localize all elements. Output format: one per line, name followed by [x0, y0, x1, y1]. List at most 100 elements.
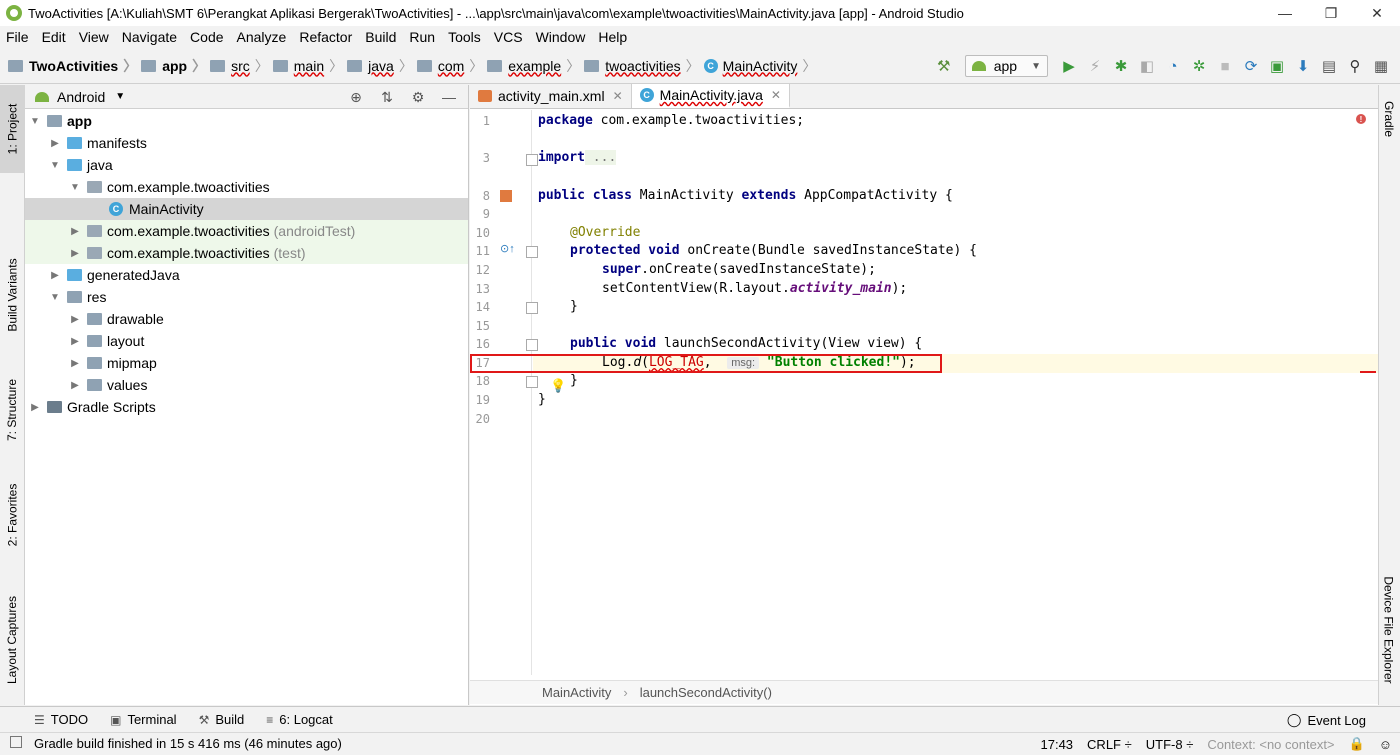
menu-window[interactable]: Window [536, 29, 586, 45]
layout-icon[interactable]: ▦ [1368, 53, 1394, 79]
expand-icon[interactable]: ▶ [29, 402, 41, 413]
menu-run[interactable]: Run [409, 29, 435, 45]
expand-icon[interactable]: ▼ [69, 182, 81, 193]
nav-crumb-java[interactable]: java 〉 [347, 56, 413, 76]
caret-position[interactable]: 17:43 [1041, 737, 1074, 752]
tree-item-package-test[interactable]: ▶ com.example.twoactivities (test) [25, 242, 468, 264]
tree-item-package-main[interactable]: ▼ com.example.twoactivities [25, 176, 468, 198]
tool-tab-project[interactable]: 1: Project [0, 85, 25, 173]
expand-icon[interactable]: ▶ [69, 314, 81, 325]
menu-view[interactable]: View [79, 29, 109, 45]
file-encoding[interactable]: UTF-8 ÷ [1146, 737, 1194, 752]
gear-icon[interactable]: ⚙ [407, 87, 429, 107]
expand-icon[interactable]: ▶ [49, 138, 61, 149]
tool-tab-layout-captures[interactable]: Layout Captures [0, 585, 25, 695]
status-toggle-icon[interactable] [10, 736, 22, 748]
nav-crumb-com[interactable]: com 〉 [416, 56, 483, 76]
menu-analyze[interactable]: Analyze [237, 29, 287, 45]
coverage-icon[interactable]: ◧ [1134, 53, 1160, 79]
menu-file[interactable]: File [6, 29, 29, 45]
tree-item-values[interactable]: ▶ values [25, 374, 468, 396]
apply-changes-icon[interactable]: ⚡ [1082, 53, 1108, 79]
nav-crumb-app[interactable]: app 〉 [141, 56, 206, 76]
expand-icon[interactable]: ▼ [49, 292, 61, 303]
hide-icon[interactable]: — [438, 87, 460, 107]
tree-item-drawable[interactable]: ▶ drawable [25, 308, 468, 330]
project-structure-icon[interactable]: ▤ [1316, 53, 1342, 79]
tree-item-package-androidtest[interactable]: ▶ com.example.twoactivities (androidTest) [25, 220, 468, 242]
tree-item-manifests[interactable]: ▶ manifests [25, 132, 468, 154]
maximize-button[interactable]: ❐ [1308, 0, 1354, 26]
run-config-select[interactable]: app ▼ [964, 55, 1048, 77]
menu-vcs[interactable]: VCS [494, 29, 523, 45]
tool-tab-todo[interactable]: ☰ TODO [34, 712, 88, 727]
breadcrumb-class[interactable]: MainActivity [542, 685, 611, 700]
menu-edit[interactable]: Edit [42, 29, 66, 45]
expand-icon[interactable]: ▶ [69, 358, 81, 369]
tool-tab-logcat[interactable]: ≡ 6: Logcat [266, 712, 333, 727]
sync-gradle-icon[interactable]: ⟳ [1238, 53, 1264, 79]
close-icon[interactable]: ✕ [613, 89, 623, 103]
collapse-all-icon[interactable]: ⇅ [376, 87, 398, 107]
tree-item-java[interactable]: ▼ java [25, 154, 468, 176]
menu-navigate[interactable]: Navigate [122, 29, 177, 45]
expand-icon[interactable]: ▶ [49, 270, 61, 281]
nav-crumb-src[interactable]: src 〉 [210, 56, 269, 76]
menu-refactor[interactable]: Refactor [299, 29, 352, 45]
expand-icon[interactable]: ▶ [69, 380, 81, 391]
stop-icon[interactable]: ■ [1212, 53, 1238, 79]
sdk-manager-icon[interactable]: ⬇ [1290, 53, 1316, 79]
tree-item-generatedjava[interactable]: ▶ generatedJava [25, 264, 468, 286]
lock-icon[interactable]: 🔒 [1349, 736, 1365, 752]
minimize-button[interactable]: — [1262, 0, 1308, 26]
inspector-icon[interactable]: ☺ [1379, 737, 1392, 752]
menu-tools[interactable]: Tools [448, 29, 481, 45]
locate-icon[interactable]: ⊕ [345, 87, 367, 107]
expand-icon[interactable]: ▶ [69, 336, 81, 347]
expand-icon[interactable]: ▶ [69, 226, 81, 237]
line-separator[interactable]: CRLF ÷ [1087, 737, 1132, 752]
nav-crumb-main[interactable]: main 〉 [272, 56, 343, 76]
context-indicator[interactable]: Context: <no context> [1207, 737, 1334, 752]
expand-icon[interactable]: ▼ [49, 160, 61, 171]
tool-tab-event-log[interactable]: ◯ Event Log [1287, 712, 1366, 728]
tab-mainactivity-java[interactable]: C MainActivity.java ✕ [631, 84, 790, 108]
nav-crumb-project[interactable]: TwoActivities 〉 [8, 56, 137, 76]
tool-tab-build-variants[interactable]: Build Variants [0, 245, 25, 345]
error-icon[interactable]: ! [1356, 114, 1366, 124]
tab-activity-main-xml[interactable]: activity_main.xml ✕ [470, 84, 632, 108]
close-icon[interactable]: ✕ [771, 88, 781, 102]
hammer-icon[interactable]: ⚒ [931, 53, 957, 79]
nav-crumb-mainactivity[interactable]: C MainActivity 〉 [703, 56, 816, 76]
profile-icon[interactable]: ◔ [1160, 53, 1186, 79]
tree-item-app[interactable]: ▼ app [25, 110, 468, 132]
avd-manager-icon[interactable]: ▣ [1264, 53, 1290, 79]
tool-tab-build[interactable]: ⚒ Build [199, 712, 245, 727]
breadcrumb-method[interactable]: launchSecondActivity() [640, 685, 772, 700]
tree-item-res[interactable]: ▼ res [25, 286, 468, 308]
tree-item-layout[interactable]: ▶ layout [25, 330, 468, 352]
run-icon[interactable]: ▶ [1056, 53, 1082, 79]
expand-icon[interactable]: ▶ [69, 248, 81, 259]
tree-item-mainactivity[interactable]: C MainActivity [25, 198, 468, 220]
tool-tab-terminal[interactable]: ▣ Terminal [110, 712, 176, 727]
code-area[interactable]: package com.example.twoactivities; impor… [533, 110, 1378, 675]
debug-icon[interactable]: ✱ [1108, 53, 1134, 79]
attach-debugger-icon[interactable]: ✲ [1186, 53, 1212, 79]
search-icon[interactable]: ⚲ [1342, 53, 1368, 79]
tree-item-gradle-scripts[interactable]: ▶ Gradle Scripts [25, 396, 468, 418]
error-stripe-marker[interactable] [1360, 371, 1376, 373]
close-button[interactable]: ✕ [1354, 0, 1400, 26]
tool-tab-structure[interactable]: 7: Structure [0, 370, 25, 450]
nav-crumb-example[interactable]: example 〉 [487, 56, 580, 76]
tool-tab-device-file-explorer[interactable]: Device File Explorer [1378, 565, 1400, 695]
tree-item-mipmap[interactable]: ▶ mipmap [25, 352, 468, 374]
override-icon[interactable]: ⊙↑ [500, 242, 515, 255]
menu-code[interactable]: Code [190, 29, 223, 45]
status-message[interactable]: Gradle build finished in 15 s 416 ms (46… [34, 736, 342, 751]
expand-icon[interactable]: ▼ [29, 116, 41, 127]
menu-help[interactable]: Help [598, 29, 627, 45]
menu-build[interactable]: Build [365, 29, 396, 45]
tool-tab-favorites[interactable]: 2: Favorites [0, 475, 25, 555]
tool-tab-gradle[interactable]: Gradle [1378, 89, 1400, 149]
